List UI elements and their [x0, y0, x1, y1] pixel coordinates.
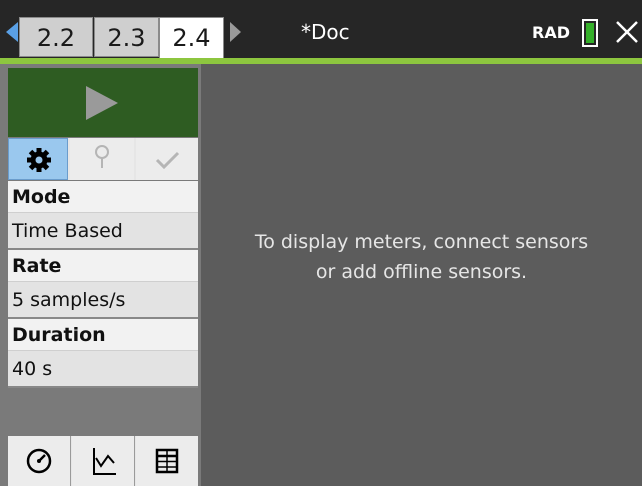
duration-value[interactable]: 40 s [8, 351, 198, 388]
top-bar: 2.2 2.3 2.4 *Doc RAD [0, 0, 642, 59]
graph-icon [93, 448, 116, 475]
table-icon [155, 448, 179, 474]
close-icon[interactable] [614, 18, 640, 46]
mark-point-button[interactable] [70, 138, 134, 180]
pin-icon [95, 145, 109, 168]
angle-mode-indicator: RAD [532, 23, 570, 42]
table-view-button[interactable] [136, 436, 198, 486]
rate-label: Rate [8, 250, 198, 282]
message-line-1: To display meters, connect sensors [254, 231, 589, 253]
left-arrow-icon[interactable] [6, 22, 18, 42]
app-window: 2.2 2.3 2.4 *Doc RAD Mode Time Based Rat… [0, 0, 642, 486]
rate-value[interactable]: 5 samples/s [8, 282, 198, 319]
message-line-2: or add offline sensors. [315, 261, 528, 283]
tab-2-2[interactable]: 2.2 [19, 17, 93, 57]
right-arrow-icon[interactable] [230, 22, 241, 42]
mode-label: Mode [8, 181, 198, 213]
keep-button[interactable] [136, 138, 198, 180]
duration-label: Duration [8, 319, 198, 351]
settings-button[interactable] [8, 138, 68, 180]
tab-2-4[interactable]: 2.4 [159, 17, 224, 59]
document-title: *Doc [301, 20, 350, 44]
start-collection-button[interactable] [8, 68, 198, 137]
collection-settings: Mode Time Based Rate 5 samples/s Duratio… [8, 181, 198, 388]
check-icon [155, 151, 180, 170]
tool-row [8, 138, 198, 180]
play-icon [86, 86, 118, 120]
empty-state-message: To display meters, connect sensors or ad… [201, 227, 642, 287]
meter-view-button[interactable] [8, 436, 71, 486]
graph-view-button[interactable] [72, 436, 135, 486]
meter-area: To display meters, connect sensors or ad… [201, 64, 642, 486]
mode-value[interactable]: Time Based [8, 213, 198, 250]
gear-icon [27, 148, 51, 172]
meter-icon [26, 448, 52, 474]
tab-2-3[interactable]: 2.3 [94, 17, 159, 57]
view-switcher [8, 436, 198, 486]
settings-panel: Mode Time Based Rate 5 samples/s Duratio… [0, 64, 201, 486]
battery-icon [582, 19, 598, 47]
